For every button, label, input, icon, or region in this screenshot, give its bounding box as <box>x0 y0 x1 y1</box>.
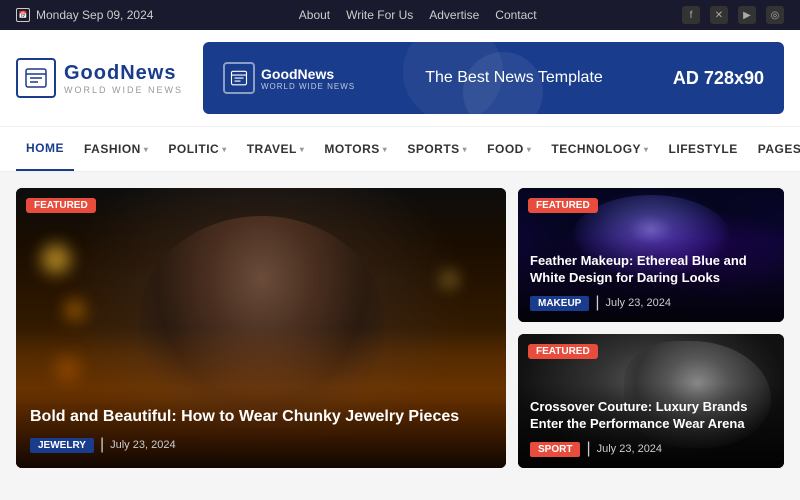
nav-contact[interactable]: Contact <box>495 8 536 22</box>
bokeh-light-1 <box>41 244 71 274</box>
nav-politic[interactable]: POLITIC ▾ <box>158 128 236 170</box>
card-overlay-large: Bold and Beautiful: How to Wear Chunky J… <box>16 387 506 468</box>
meta-separator-2: | <box>595 294 599 312</box>
ad-title: GoodNews <box>261 66 355 82</box>
date-text: Monday Sep 09, 2024 <box>36 8 153 22</box>
nav-about[interactable]: About <box>299 8 330 22</box>
article-title-large: Bold and Beautiful: How to Wear Chunky J… <box>30 407 492 428</box>
header: GoodNews WORLD WIDE NEWS GoodNews WORLD … <box>0 30 800 127</box>
featured-article-large[interactable]: Featured Bold and Beautiful: How to Wear… <box>16 188 506 468</box>
bokeh-light-2 <box>65 300 85 320</box>
nav-write-for-us[interactable]: Write For Us <box>346 8 413 22</box>
article-title-bottom-right: Crossover Couture: Luxury Brands Enter t… <box>530 399 772 433</box>
nav-advertise[interactable]: Advertise <box>429 8 479 22</box>
nav-travel[interactable]: TRAVEL ▾ <box>237 128 315 170</box>
card-meta-top-right: MAKEUP | July 23, 2024 <box>530 294 772 312</box>
bokeh-light-4 <box>442 272 457 287</box>
nav-technology[interactable]: TECHNOLOGY ▾ <box>541 128 658 170</box>
social-icons: f ✕ ▶ ◎ <box>682 6 784 24</box>
card-overlay-top-right: Feather Makeup: Ethereal Blue and White … <box>518 237 784 322</box>
youtube-icon[interactable]: ▶ <box>738 6 756 24</box>
nav-food[interactable]: FOOD ▾ <box>477 128 541 170</box>
featured-badge-bottom-right: Featured <box>528 344 598 359</box>
ad-banner: GoodNews WORLD WIDE NEWS The Best News T… <box>203 42 784 114</box>
card-meta-large: JEWELRY | July 23, 2024 <box>30 436 492 454</box>
featured-article-top-right[interactable]: Featured Feather Makeup: Ethereal Blue a… <box>518 188 784 322</box>
nav-bar: HOME FASHION ▾ POLITIC ▾ TRAVEL ▾ MOTORS… <box>0 127 800 172</box>
meta-separator: | <box>100 436 104 454</box>
logo-title: GoodNews <box>64 62 183 85</box>
chevron-down-icon: ▾ <box>383 145 388 154</box>
featured-article-bottom-right[interactable]: Featured Crossover Couture: Luxury Brand… <box>518 334 784 468</box>
category-tag-makeup[interactable]: MAKEUP <box>530 296 589 311</box>
chevron-down-icon: ▾ <box>222 145 227 154</box>
ad-logo-text: GoodNews WORLD WIDE NEWS <box>261 66 355 91</box>
nav-lifestyle[interactable]: LIFESTYLE <box>659 128 748 170</box>
nav-pages[interactable]: PAGES ▾ <box>748 128 800 170</box>
nav-items: HOME FASHION ▾ POLITIC ▾ TRAVEL ▾ MOTORS… <box>16 127 800 171</box>
ad-logo: GoodNews WORLD WIDE NEWS <box>223 62 355 94</box>
nav-motors[interactable]: MOTORS ▾ <box>314 128 397 170</box>
featured-badge-large: Featured <box>26 198 96 213</box>
top-bar-nav: About Write For Us Advertise Contact <box>299 8 537 22</box>
facebook-icon[interactable]: f <box>682 6 700 24</box>
logo[interactable]: GoodNews WORLD WIDE NEWS <box>16 58 183 98</box>
chevron-down-icon: ▾ <box>463 145 468 154</box>
top-bar: 📅 Monday Sep 09, 2024 About Write For Us… <box>0 0 800 30</box>
card-meta-bottom-right: SPORT | July 23, 2024 <box>530 440 772 458</box>
featured-badge-top-right: Featured <box>528 198 598 213</box>
logo-text: GoodNews WORLD WIDE NEWS <box>64 62 183 95</box>
category-tag-sport[interactable]: SPORT <box>530 442 580 457</box>
nav-fashion[interactable]: FASHION ▾ <box>74 128 158 170</box>
instagram-icon[interactable]: ◎ <box>766 6 784 24</box>
category-tag-jewelry[interactable]: JEWELRY <box>30 438 94 453</box>
ad-size: AD 728x90 <box>673 68 764 89</box>
article-date-large: July 23, 2024 <box>110 439 175 451</box>
article-title-top-right: Feather Makeup: Ethereal Blue and White … <box>530 253 772 287</box>
ad-logo-icon <box>223 62 255 94</box>
calendar-icon: 📅 <box>16 8 30 22</box>
chevron-down-icon: ▾ <box>144 145 149 154</box>
chevron-down-icon: ▾ <box>527 145 532 154</box>
bokeh-light-3 <box>55 356 80 381</box>
ad-subtitle: WORLD WIDE NEWS <box>261 82 355 91</box>
article-date-top-right: July 23, 2024 <box>606 297 671 309</box>
nav-sports[interactable]: SPORTS ▾ <box>397 128 477 170</box>
meta-separator-3: | <box>586 440 590 458</box>
content-area: Featured Bold and Beautiful: How to Wear… <box>0 172 800 484</box>
nav-home[interactable]: HOME <box>16 127 74 171</box>
twitter-x-icon[interactable]: ✕ <box>710 6 728 24</box>
logo-subtitle: WORLD WIDE NEWS <box>64 85 183 95</box>
top-bar-date: 📅 Monday Sep 09, 2024 <box>16 8 153 22</box>
card-overlay-bottom-right: Crossover Couture: Luxury Brands Enter t… <box>518 383 784 468</box>
chevron-down-icon: ▾ <box>300 145 305 154</box>
article-date-bottom-right: July 23, 2024 <box>597 443 662 455</box>
chevron-down-icon: ▾ <box>644 145 649 154</box>
logo-icon <box>16 58 56 98</box>
featured-right-column: Featured Feather Makeup: Ethereal Blue a… <box>518 188 784 468</box>
